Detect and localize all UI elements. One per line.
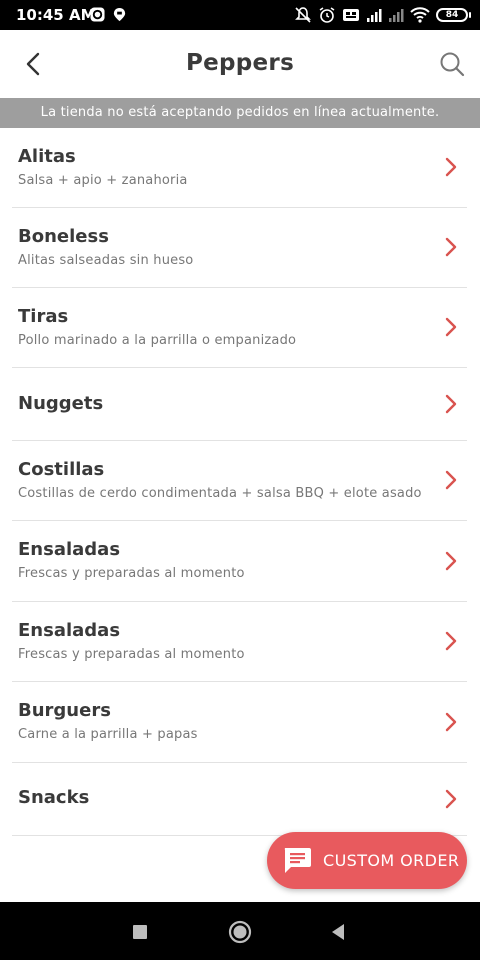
category-title: Costillas bbox=[18, 459, 105, 480]
home-button-icon[interactable] bbox=[228, 920, 252, 944]
category-item-alitas[interactable]: Alitas Salsa + apio + zanahoria bbox=[12, 128, 467, 208]
category-item-ensaladas[interactable]: Ensaladas Frescas y preparadas al moment… bbox=[12, 521, 467, 602]
category-title: Burguers bbox=[18, 700, 111, 721]
status-icons: 84 bbox=[294, 5, 471, 25]
battery-icon: 84 bbox=[436, 8, 471, 22]
signal-weak-icon bbox=[389, 9, 404, 22]
app-header: Peppers bbox=[0, 30, 480, 98]
chevron-right-icon bbox=[445, 317, 457, 337]
category-item-nuggets[interactable]: Nuggets bbox=[12, 368, 467, 441]
category-item-ensaladas-2[interactable]: Ensaladas Frescas y preparadas al moment… bbox=[12, 602, 467, 682]
category-title: Alitas bbox=[18, 146, 76, 167]
chevron-right-icon bbox=[445, 394, 457, 414]
custom-order-button[interactable]: CUSTOM ORDER bbox=[267, 832, 467, 889]
recents-button-icon[interactable] bbox=[128, 920, 152, 944]
category-item-tiras[interactable]: Tiras Pollo marinado a la parrilla o emp… bbox=[12, 288, 467, 368]
category-title: Boneless bbox=[18, 226, 109, 247]
chevron-right-icon bbox=[445, 470, 457, 490]
location-notification-icon bbox=[113, 7, 126, 22]
notifications-off-icon bbox=[295, 7, 311, 23]
category-title: Tiras bbox=[18, 306, 69, 327]
app-notification-icon bbox=[90, 7, 105, 22]
signal-icon bbox=[367, 9, 382, 22]
chevron-right-icon bbox=[445, 712, 457, 732]
search-icon[interactable] bbox=[438, 50, 466, 78]
alarm-icon bbox=[319, 7, 335, 23]
category-item-burguers[interactable]: Burguers Carne a la parrilla + papas bbox=[12, 682, 467, 763]
chevron-right-icon bbox=[445, 631, 457, 651]
status-bar: 10:45 AM 84 bbox=[0, 0, 480, 30]
chevron-right-icon bbox=[445, 157, 457, 177]
category-subtitle: Alitas salseadas sin hueso bbox=[18, 253, 194, 268]
category-title: Snacks bbox=[18, 787, 90, 808]
back-button-icon[interactable] bbox=[326, 920, 350, 944]
category-subtitle: Salsa + apio + zanahoria bbox=[18, 173, 188, 188]
custom-order-label: CUSTOM ORDER bbox=[323, 851, 460, 870]
category-title: Ensaladas bbox=[18, 539, 121, 560]
chat-bubble-icon bbox=[284, 848, 311, 873]
category-subtitle: Frescas y preparadas al momento bbox=[18, 647, 245, 662]
category-subtitle: Frescas y preparadas al momento bbox=[18, 566, 245, 581]
category-subtitle: Carne a la parrilla + papas bbox=[18, 727, 198, 742]
chevron-right-icon bbox=[445, 551, 457, 571]
category-subtitle: Costillas de cerdo condimentada + salsa … bbox=[18, 486, 422, 501]
chevron-right-icon bbox=[445, 789, 457, 809]
category-title: Ensaladas bbox=[18, 620, 121, 641]
page-title: Peppers bbox=[185, 50, 295, 76]
store-closed-banner: La tienda no está aceptando pedidos en l… bbox=[0, 98, 480, 128]
category-item-boneless[interactable]: Boneless Alitas salseadas sin hueso bbox=[12, 208, 467, 288]
status-time: 10:45 AM bbox=[16, 6, 96, 24]
category-subtitle: Pollo marinado a la parrilla o empanizad… bbox=[18, 333, 297, 348]
wifi-icon bbox=[410, 7, 430, 23]
category-item-costillas[interactable]: Costillas Costillas de cerdo condimentad… bbox=[12, 441, 467, 521]
chevron-right-icon bbox=[445, 237, 457, 257]
system-nav-bar bbox=[0, 902, 480, 960]
category-item-snacks[interactable]: Snacks bbox=[12, 763, 467, 836]
category-title: Nuggets bbox=[18, 393, 104, 414]
volte-icon bbox=[343, 9, 359, 21]
